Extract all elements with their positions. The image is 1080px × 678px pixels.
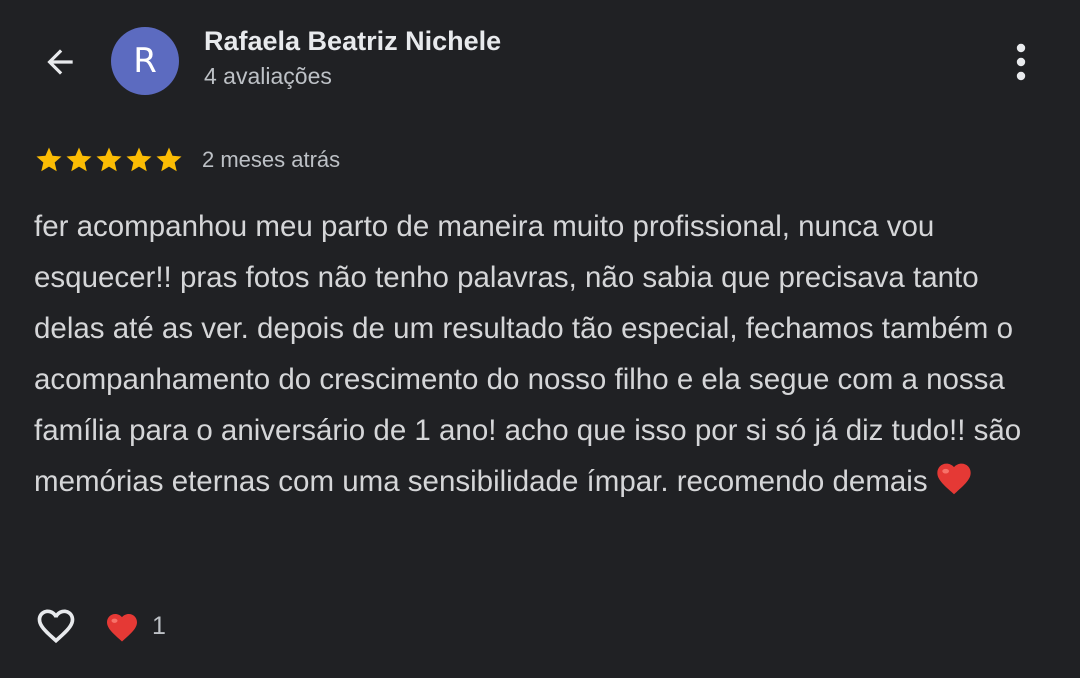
- rating-row: 2 meses atrás: [34, 144, 340, 176]
- reviewer-name[interactable]: Rafaela Beatriz Nichele: [204, 26, 501, 57]
- review-text-block: fer acompanhou meu parto de maneira muit…: [34, 201, 1034, 512]
- red-heart-emoji-icon: [934, 458, 974, 512]
- star-rating: [34, 145, 184, 175]
- like-button[interactable]: [32, 602, 80, 650]
- more-vertical-icon: [1016, 43, 1026, 81]
- avatar[interactable]: R: [111, 27, 179, 95]
- star-icon: [96, 147, 122, 172]
- back-button[interactable]: [32, 36, 88, 88]
- reaction-summary[interactable]: 1: [104, 609, 166, 643]
- review-actions: 1: [32, 600, 166, 652]
- star-icon: [36, 147, 62, 172]
- review-time: 2 meses atrás: [202, 147, 341, 172]
- review-text: fer acompanhou meu parto de maneira muit…: [34, 210, 1022, 498]
- reviews-count[interactable]: 4 avaliações: [204, 63, 332, 90]
- more-options-button[interactable]: [996, 36, 1046, 88]
- reaction-count: 1: [152, 611, 166, 640]
- arrow-back-icon: [47, 49, 73, 75]
- star-icon: [66, 147, 92, 172]
- red-heart-icon: [107, 614, 137, 642]
- heart-outline-icon: [37, 609, 75, 644]
- review-detail-page: R Rafaela Beatriz Nichele 4 avaliações 2…: [0, 0, 1080, 678]
- star-icon: [156, 147, 182, 172]
- avatar-letter: R: [133, 41, 157, 81]
- review-header: R Rafaela Beatriz Nichele 4 avaliações: [0, 0, 1080, 120]
- star-icon: [126, 147, 152, 172]
